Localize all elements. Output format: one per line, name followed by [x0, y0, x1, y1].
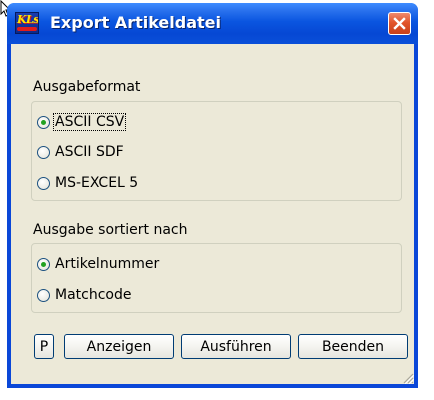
window-title: Export Artikeldatei — [50, 13, 221, 32]
radio-button[interactable] — [37, 115, 50, 129]
show-button[interactable]: Anzeigen — [64, 334, 174, 359]
radio-ascii-sdf[interactable]: ASCII SDF — [37, 142, 125, 162]
radio-button[interactable] — [37, 288, 50, 302]
app-icon[interactable]: KLs — [15, 12, 39, 34]
quit-button[interactable]: Beenden — [298, 334, 408, 359]
radio-label: Artikelnummer — [55, 256, 160, 272]
app-icon-swoosh — [17, 27, 37, 31]
export-dialog: KLs Export Artikeldatei Ausgabeformat AS… — [7, 3, 418, 388]
radio-button[interactable] — [37, 145, 50, 159]
radio-label: MS-EXCEL 5 — [55, 175, 139, 191]
title-bar[interactable]: KLs Export Artikeldatei — [7, 3, 418, 44]
app-icon-logo-text: KLs — [17, 13, 39, 26]
radio-button[interactable] — [37, 176, 50, 190]
radio-label: ASCII SDF — [55, 144, 124, 160]
radio-selected-dot — [41, 119, 46, 125]
sort-group-label: Ausgabe sortiert nach — [33, 222, 188, 238]
dialog-body: Ausgabeformat ASCII CSV ASCII SDF MS-EXC… — [11, 44, 414, 384]
p-button[interactable]: P — [34, 334, 54, 359]
run-button[interactable]: Ausführen — [181, 334, 291, 359]
radio-button[interactable] — [37, 257, 50, 271]
radio-label: ASCII CSV — [52, 113, 127, 131]
radio-artikelnummer[interactable]: Artikelnummer — [37, 254, 160, 274]
resize-grip-icon[interactable] — [402, 372, 414, 384]
radio-ms-excel-5[interactable]: MS-EXCEL 5 — [37, 173, 139, 193]
radio-ascii-csv[interactable]: ASCII CSV — [37, 112, 127, 132]
close-button[interactable] — [388, 12, 411, 35]
screen: KLs Export Artikeldatei Ausgabeformat AS… — [0, 0, 434, 400]
radio-selected-dot — [41, 261, 46, 267]
radio-matchcode[interactable]: Matchcode — [37, 285, 132, 305]
format-group-label: Ausgabeformat — [33, 79, 141, 95]
close-icon — [393, 17, 406, 30]
radio-label: Matchcode — [55, 287, 132, 303]
